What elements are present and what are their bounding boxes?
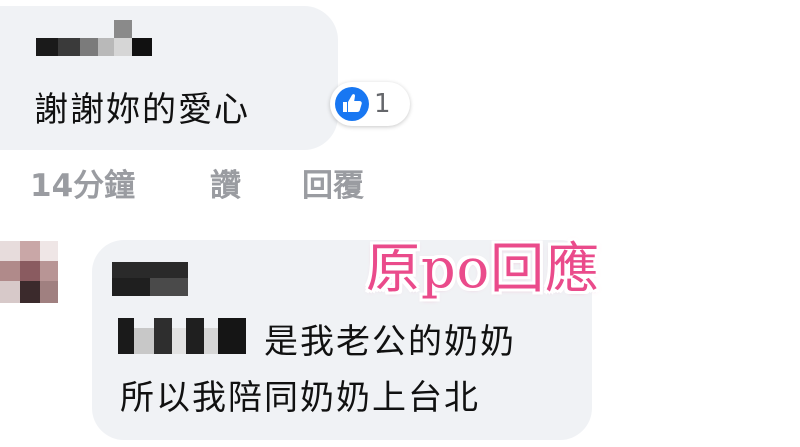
censored-author-name[interactable] — [112, 262, 188, 296]
censored-author-name[interactable] — [36, 20, 152, 58]
thumbs-up-icon — [335, 87, 369, 121]
like-button[interactable]: 讚 — [210, 160, 241, 205]
reaction-summary[interactable]: 1 — [330, 82, 410, 126]
reaction-count: 1 — [374, 89, 391, 119]
reply-button[interactable]: 回覆 — [302, 160, 364, 205]
reply-text-line: 所以我陪同奶奶上台北 — [120, 378, 480, 418]
censored-name-block — [118, 318, 246, 354]
timestamp-link[interactable]: 14分鐘 — [30, 160, 135, 205]
avatar[interactable] — [0, 241, 58, 303]
reply-text-line: 是我老公的奶奶 — [264, 322, 516, 362]
comment-text: 謝謝妳的愛心 — [34, 90, 250, 130]
annotation-label: 原po回應 — [366, 237, 601, 300]
comment-thread: 謝謝妳的愛心 1 14分鐘 讚 回覆 是我老公的奶奶 所以我陪同奶奶上台北 原p… — [0, 0, 800, 447]
